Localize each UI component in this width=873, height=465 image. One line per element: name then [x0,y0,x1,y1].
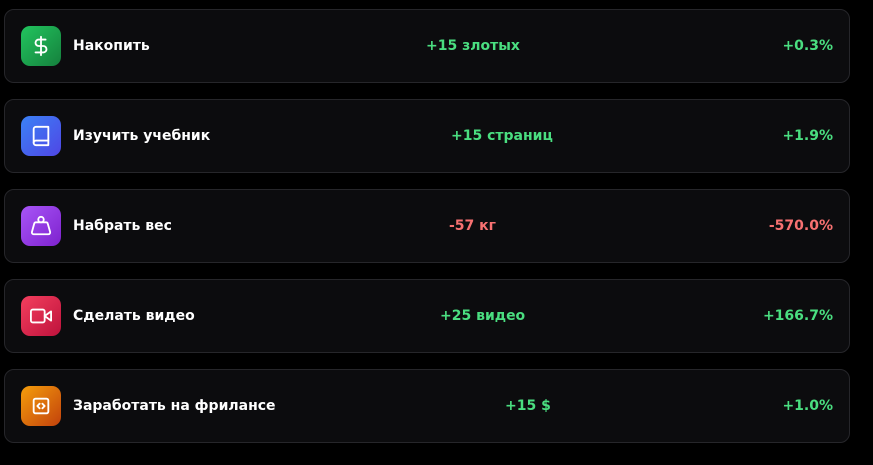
goal-card-save-money[interactable]: Накопить +15 злотых +0.3% [4,9,850,83]
goal-percent: +1.0% [782,398,833,414]
goal-delta: -57 кг [449,218,496,234]
goal-delta: +15 $ [505,398,551,414]
goal-title: Сделать видео [73,308,195,324]
goal-delta: +15 страниц [451,128,553,144]
goal-title: Накопить [73,38,150,54]
goal-percent: +0.3% [782,38,833,54]
book-icon [30,125,52,147]
code-icon [30,395,52,417]
weight-icon [30,215,52,237]
goal-icon-tile [21,116,61,156]
goal-percent: +1.9% [782,128,833,144]
dollar-icon [30,35,52,57]
goal-icon-tile [21,206,61,246]
goal-card-study-textbook[interactable]: Изучить учебник +15 страниц +1.9% [4,99,850,173]
goal-icon-tile [21,386,61,426]
goal-card-gain-weight[interactable]: Набрать вес -57 кг -570.0% [4,189,850,263]
goal-icon-tile [21,296,61,336]
video-camera-icon [30,305,52,327]
goal-delta: +25 видео [440,308,526,324]
goal-card-make-video[interactable]: Сделать видео +25 видео +166.7% [4,279,850,353]
goal-percent: +166.7% [762,308,833,324]
goal-delta: +15 злотых [426,38,520,54]
goals-list: Накопить +15 злотых +0.3% Изучить учебни… [4,9,850,459]
goal-title: Заработать на фрилансе [73,398,276,414]
goal-title: Изучить учебник [73,128,211,144]
goal-percent: -570.0% [768,218,833,234]
goal-icon-tile [21,26,61,66]
goal-card-earn-freelance[interactable]: Заработать на фрилансе +15 $ +1.0% [4,369,850,443]
goal-title: Набрать вес [73,218,172,234]
